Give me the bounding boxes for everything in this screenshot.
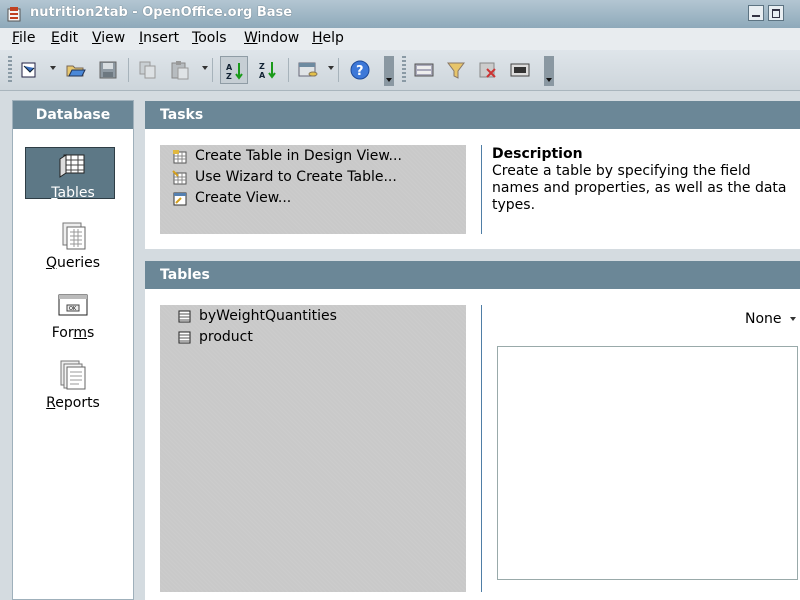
copy-icon bbox=[139, 61, 156, 79]
new-icon bbox=[21, 62, 36, 78]
toolbar-overflow-button-2[interactable] bbox=[544, 56, 554, 86]
description-title: Description bbox=[492, 146, 583, 162]
wizard-icon bbox=[172, 170, 187, 185]
svg-text:A: A bbox=[259, 71, 266, 80]
tasks-header: Tasks bbox=[145, 101, 800, 129]
tasks-panel: Create Table in Design View... Use Wizar… bbox=[145, 129, 800, 249]
menu-edit[interactable]: Edit bbox=[51, 30, 78, 46]
table-icon bbox=[178, 310, 191, 323]
menu-tools[interactable]: Tools bbox=[192, 30, 227, 46]
database-item-forms[interactable]: OK Forms bbox=[13, 289, 133, 341]
toolbar-overflow-button[interactable] bbox=[384, 56, 394, 86]
chevron-down-icon bbox=[789, 317, 796, 321]
menu-file[interactable]: File bbox=[12, 30, 35, 46]
new-dropdown-arrow[interactable] bbox=[50, 66, 56, 70]
tables-divider bbox=[481, 305, 482, 592]
sort-ascending-icon: A Z bbox=[226, 63, 243, 81]
reports-icon bbox=[57, 359, 89, 391]
toolbar-separator bbox=[212, 58, 213, 82]
window-title: nutrition2tab - OpenOffice.org Base bbox=[30, 5, 293, 20]
database-panel-header: Database bbox=[13, 101, 133, 129]
database-icon bbox=[298, 62, 318, 77]
report-icon bbox=[510, 63, 530, 77]
svg-text:Z: Z bbox=[259, 62, 265, 71]
paste-dropdown-arrow[interactable] bbox=[202, 66, 208, 70]
queries-icon bbox=[57, 219, 89, 251]
query-button[interactable] bbox=[442, 56, 470, 84]
report-button[interactable] bbox=[506, 56, 534, 84]
form-button[interactable] bbox=[410, 56, 438, 84]
tasks-divider bbox=[481, 145, 482, 234]
database-button[interactable] bbox=[294, 56, 322, 84]
design-table-icon bbox=[173, 150, 187, 164]
menu-view[interactable]: View bbox=[92, 30, 125, 46]
svg-text:A: A bbox=[226, 63, 233, 72]
maximize-button[interactable] bbox=[768, 5, 784, 21]
menu-bar: File Edit View Insert Tools Window Help bbox=[0, 28, 800, 50]
svg-text:Z: Z bbox=[226, 72, 232, 81]
copy-button[interactable] bbox=[134, 56, 162, 84]
delete-icon bbox=[479, 62, 496, 78]
minimize-button[interactable] bbox=[748, 5, 764, 21]
help-icon: ? bbox=[350, 60, 370, 80]
description-text: Create a table by specifying the field n… bbox=[492, 163, 787, 213]
database-panel: Database Tables Queries OK Forms Reports bbox=[12, 100, 134, 600]
toolbar-separator bbox=[338, 58, 339, 82]
tables-panel: byWeightQuantities product None bbox=[145, 289, 800, 600]
toolbar-separator bbox=[288, 58, 289, 82]
app-icon[interactable] bbox=[6, 5, 22, 23]
delete-button[interactable] bbox=[474, 56, 502, 84]
form-icon bbox=[414, 63, 434, 77]
paste-button[interactable] bbox=[166, 56, 194, 84]
save-icon bbox=[99, 61, 117, 79]
open-icon bbox=[66, 65, 86, 77]
new-button[interactable] bbox=[16, 56, 44, 84]
database-dropdown-arrow[interactable] bbox=[328, 66, 334, 70]
title-bar: nutrition2tab - OpenOffice.org Base bbox=[0, 0, 800, 29]
tables-list[interactable]: byWeightQuantities product bbox=[160, 305, 466, 592]
tasks-list: Create Table in Design View... Use Wizar… bbox=[160, 145, 466, 234]
view-icon bbox=[173, 192, 187, 206]
open-button[interactable] bbox=[62, 56, 90, 84]
paste-icon bbox=[171, 61, 189, 80]
database-item-queries[interactable]: Queries bbox=[13, 219, 133, 271]
forms-icon: OK bbox=[57, 289, 89, 321]
tables-icon bbox=[57, 149, 89, 181]
menu-window[interactable]: Window bbox=[244, 30, 299, 46]
query-icon bbox=[447, 62, 465, 79]
toolbar-grip[interactable] bbox=[402, 56, 406, 84]
save-button[interactable] bbox=[94, 56, 122, 84]
toolbar-separator bbox=[128, 58, 129, 82]
database-item-tables[interactable]: Tables bbox=[13, 147, 133, 201]
svg-text:OK: OK bbox=[69, 306, 77, 312]
database-item-reports[interactable]: Reports bbox=[13, 359, 133, 411]
table-icon bbox=[178, 331, 191, 344]
help-button[interactable]: ? bbox=[346, 56, 374, 84]
sort-descending-icon: Z A bbox=[259, 62, 276, 80]
toolbar-grip[interactable] bbox=[8, 56, 12, 84]
menu-help[interactable]: Help bbox=[312, 30, 344, 46]
sort-ascending-button[interactable]: A Z bbox=[220, 56, 248, 84]
standard-toolbar: A Z Z A ? bbox=[0, 50, 800, 91]
preview-mode-dropdown[interactable]: None bbox=[745, 311, 796, 327]
menu-insert[interactable]: Insert bbox=[139, 30, 179, 46]
tables-header: Tables bbox=[145, 261, 800, 289]
sort-descending-button[interactable]: Z A bbox=[254, 56, 282, 84]
svg-text:?: ? bbox=[356, 64, 364, 79]
preview-area bbox=[497, 346, 798, 580]
